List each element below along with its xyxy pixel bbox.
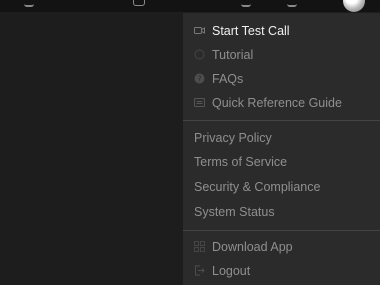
menu-item-label: Privacy Policy <box>194 131 272 145</box>
avatar[interactable] <box>343 0 365 12</box>
svg-text:?: ? <box>197 75 201 84</box>
question-circle-icon: ? <box>194 73 205 84</box>
menu-item-privacy-policy[interactable]: Privacy Policy <box>183 127 380 149</box>
account-dropdown-menu: Start Test Call Tutorial ? FAQs Quick Re… <box>183 13 380 285</box>
video-camera-icon <box>194 27 205 34</box>
logout-icon <box>195 265 205 276</box>
toolbar-icon[interactable] <box>287 0 297 7</box>
menu-divider <box>183 230 380 231</box>
menu-item-label: Quick Reference Guide <box>212 96 342 110</box>
menu-item-tutorial[interactable]: Tutorial <box>183 44 380 66</box>
top-toolbar <box>0 0 380 12</box>
grid-icon <box>194 241 205 252</box>
app-window: Start Test Call Tutorial ? FAQs Quick Re… <box>0 0 380 285</box>
menu-item-start-test-call[interactable]: Start Test Call <box>183 20 380 42</box>
menu-item-faqs[interactable]: ? FAQs <box>183 68 380 90</box>
circle-icon <box>194 49 205 60</box>
menu-item-label: System Status <box>194 205 275 219</box>
menu-item-download-app[interactable]: Download App <box>183 236 380 258</box>
menu-item-label: Start Test Call <box>212 24 290 38</box>
menu-divider <box>183 120 380 121</box>
toolbar-icon[interactable] <box>24 0 34 7</box>
menu-item-label: Tutorial <box>212 48 254 62</box>
menu-item-quick-reference-guide[interactable]: Quick Reference Guide <box>183 92 380 114</box>
menu-item-label: Logout <box>212 264 251 278</box>
menu-item-logout[interactable]: Logout <box>183 260 380 282</box>
menu-item-label: Security & Compliance <box>194 180 321 194</box>
book-icon <box>194 98 205 107</box>
menu-item-label: FAQs <box>212 72 244 86</box>
toolbar-icon[interactable] <box>133 0 145 6</box>
menu-item-security-compliance[interactable]: Security & Compliance <box>183 176 380 198</box>
menu-item-terms-of-service[interactable]: Terms of Service <box>183 151 380 173</box>
toolbar-icon[interactable] <box>241 0 251 7</box>
menu-item-label: Download App <box>212 240 293 254</box>
menu-item-label: Terms of Service <box>194 155 288 169</box>
menu-item-system-status[interactable]: System Status <box>183 201 380 223</box>
